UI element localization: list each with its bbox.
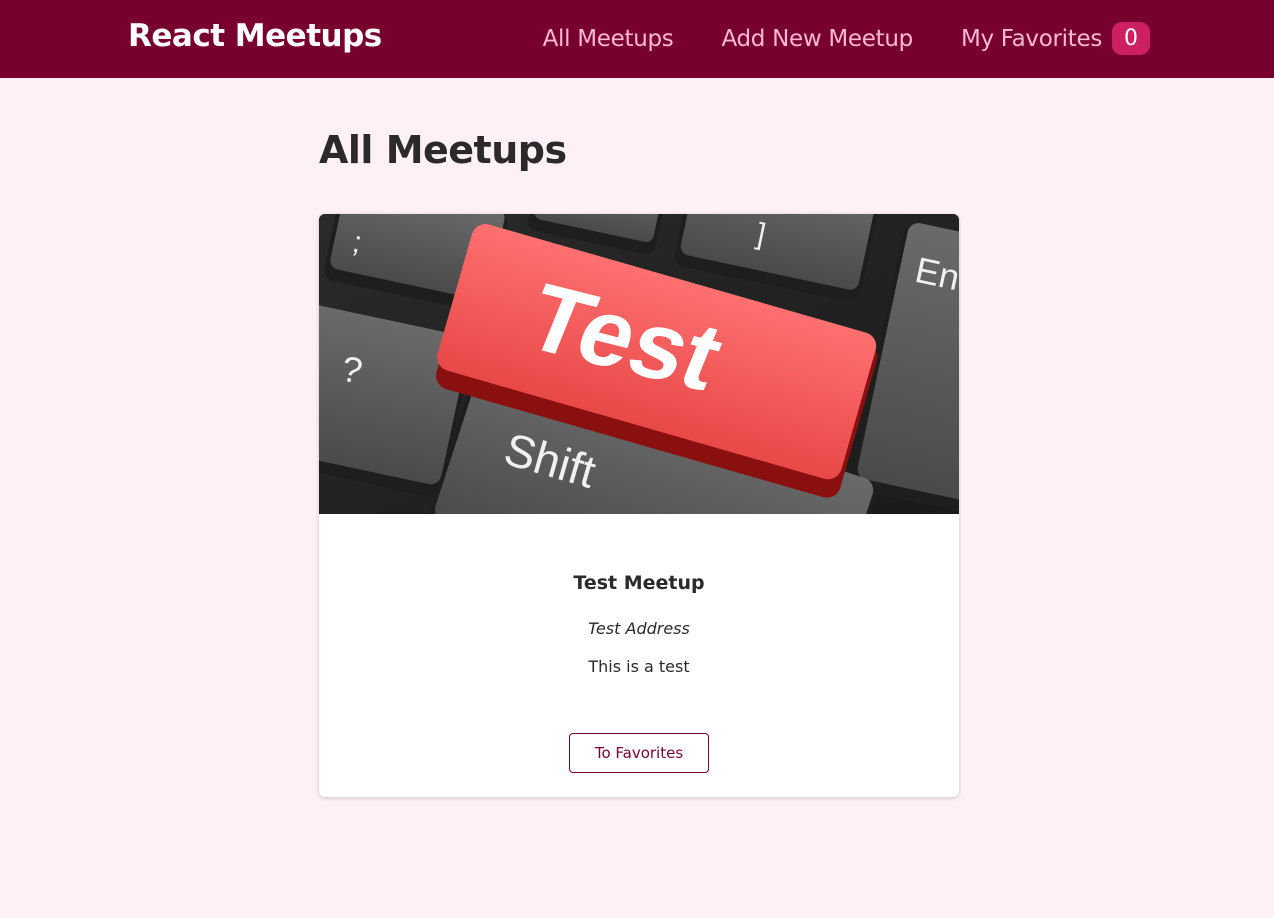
- meetup-title: Test Meetup: [573, 572, 705, 594]
- nav-link-add-new-meetup[interactable]: Add New Meetup: [721, 26, 913, 52]
- nav-link-my-favorites[interactable]: My Favorites 0: [961, 22, 1150, 55]
- nav-link-all-meetups[interactable]: All Meetups: [543, 26, 674, 52]
- keyboard-test-image: Test Shift ? En ] ;: [319, 214, 959, 514]
- logo: React Meetups: [128, 18, 382, 54]
- meetup-address: Test Address: [588, 619, 690, 638]
- nav-link-my-favorites-label[interactable]: My Favorites: [961, 26, 1102, 52]
- meetup-card: Test Shift ? En ] ; Test Meetup Test Add…: [319, 214, 959, 797]
- main-header: React Meetups All Meetups Add New Meetup…: [0, 0, 1274, 78]
- to-favorites-button[interactable]: To Favorites: [569, 733, 709, 773]
- favorites-count-badge: 0: [1112, 22, 1150, 55]
- meetup-image: Test Shift ? En ] ;: [319, 214, 959, 514]
- main-nav: All Meetups Add New Meetup My Favorites …: [543, 22, 1150, 55]
- page-title: All Meetups: [319, 128, 567, 172]
- meetup-description: This is a test: [588, 657, 690, 676]
